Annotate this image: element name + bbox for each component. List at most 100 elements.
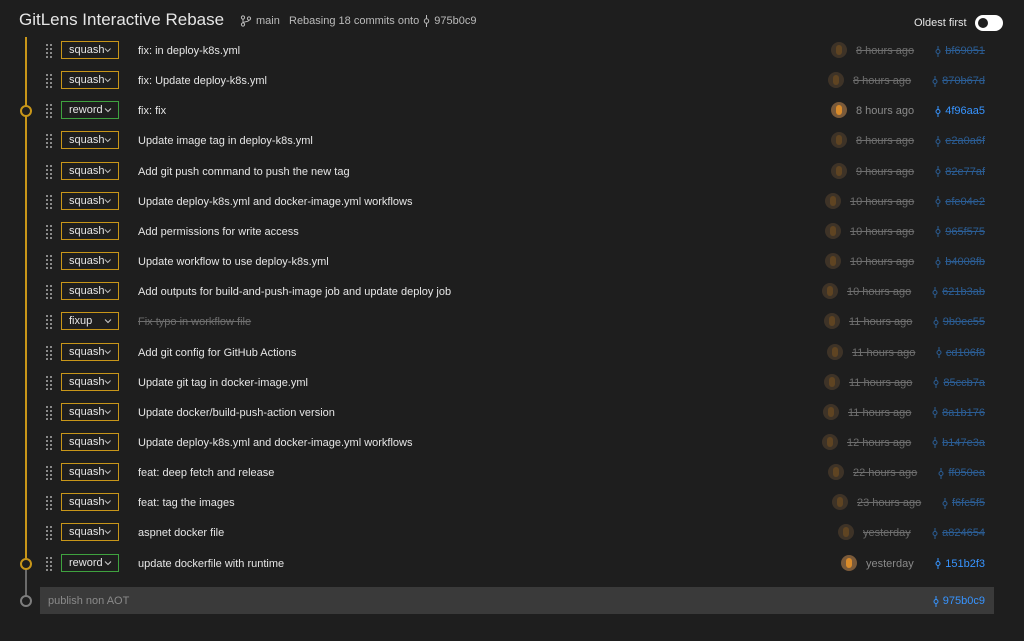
commit-sha-link[interactable]: 621b3ab <box>931 286 985 298</box>
drag-handle-icon[interactable] <box>46 44 54 58</box>
commit-row[interactable]: reword fix: fix 8 hours ago 4f96aa5 <box>0 96 1024 126</box>
drag-handle-icon[interactable] <box>46 74 54 89</box>
commit-row[interactable]: squash aspnet docker file yesterday a824654 <box>0 518 1024 548</box>
commit-time: 9 hours ago <box>856 165 915 178</box>
commit-meta: 22 hours ago ff050ea <box>794 458 1024 488</box>
oldest-first-toggle[interactable] <box>974 15 1003 31</box>
commit-row[interactable]: squash feat: tag the images 23 hours ago f6… <box>0 488 1024 518</box>
action-select[interactable]: squash <box>61 191 119 210</box>
commit-time: 11 hours ago <box>849 316 913 329</box>
commit-message: Update workflow to use deploy-k8s.yml <box>138 256 329 269</box>
commit-meta: 8 hours ago e2a0a6f <box>794 126 1024 156</box>
commit-row[interactable]: squash Add git push command to push the n… <box>0 157 1024 187</box>
drag-handle-icon[interactable] <box>46 375 54 390</box>
drag-handle-icon[interactable] <box>46 466 54 481</box>
action-select[interactable]: squash <box>61 432 119 451</box>
action-select[interactable]: squash <box>61 342 119 361</box>
commit-sha-link[interactable]: 151b2f3 <box>934 558 985 570</box>
action-select[interactable]: squash <box>61 493 119 512</box>
commit-sha-link[interactable]: 9b0ec55 <box>932 316 985 328</box>
commit-time: 10 hours ago <box>850 256 915 269</box>
page-title: GitLens Interactive Rebase <box>19 10 225 29</box>
commit-sha-link[interactable]: b147e3a <box>931 437 985 449</box>
commit-sha-link[interactable]: 870b67d <box>931 75 985 87</box>
drag-handle-icon[interactable] <box>46 496 54 511</box>
commit-row[interactable]: squash Add outputs for build-and-push-ima… <box>0 277 1024 307</box>
action-select[interactable]: squash <box>61 402 119 421</box>
commit-row[interactable]: squash Add permissions for write access 10… <box>0 217 1024 247</box>
action-select[interactable]: squash <box>61 71 119 90</box>
commit-icon <box>935 166 941 178</box>
avatar <box>822 283 838 300</box>
action-select[interactable]: squash <box>61 282 119 301</box>
commit-sha-text: 82e77af <box>945 165 985 178</box>
commit-sha-link[interactable]: 85ccb7a <box>932 377 985 389</box>
chevron-down-icon <box>105 229 112 233</box>
action-select[interactable]: squash <box>61 252 119 271</box>
drag-handle-icon[interactable] <box>46 556 54 571</box>
commit-meta: 23 hours ago f6fc5f5 <box>794 488 1024 518</box>
commit-row[interactable]: squash Update deploy-k8s.yml and docker-i… <box>0 187 1024 217</box>
action-select[interactable]: squash <box>61 161 119 180</box>
commit-sha-text: b147e3a <box>942 436 985 449</box>
action-select[interactable]: squash <box>61 131 119 150</box>
commit-row[interactable]: squash Update workflow to use deploy-k8s.… <box>0 247 1024 277</box>
commit-row[interactable]: fixup Fix typo in workflow file 11 hours a… <box>0 307 1024 337</box>
drag-handle-icon[interactable] <box>46 526 54 541</box>
drag-handle-icon[interactable] <box>46 255 54 270</box>
action-select[interactable]: fixup <box>61 312 119 331</box>
commit-sha-link[interactable]: 8a1b176 <box>931 407 985 419</box>
commit-time: 11 hours ago <box>848 406 912 419</box>
commit-row[interactable]: reword update dockerfile with runtime yest… <box>0 549 1024 579</box>
commit-sha-link[interactable]: f6fc5f5 <box>941 497 985 509</box>
commit-row[interactable]: squash fix: Update deploy-k8s.yml 8 hours … <box>0 66 1024 96</box>
drag-handle-icon[interactable] <box>46 405 54 420</box>
action-select[interactable]: squash <box>61 463 119 482</box>
base-commit-sha-link[interactable]: 975b0c9 <box>932 595 985 607</box>
drag-handle-icon[interactable] <box>46 134 54 149</box>
action-select[interactable]: squash <box>61 221 119 240</box>
drag-handle-icon[interactable] <box>46 104 54 119</box>
action-select[interactable]: squash <box>61 41 119 59</box>
drag-handle-icon[interactable] <box>46 194 54 209</box>
drag-handle-icon[interactable] <box>46 435 54 450</box>
commit-time: 12 hours ago <box>847 436 912 449</box>
commit-sha-link[interactable]: a824654 <box>931 527 985 539</box>
commit-message: Update image tag in deploy-k8s.yml <box>138 135 313 148</box>
commit-icon <box>933 316 939 328</box>
drag-handle-icon[interactable] <box>46 315 54 330</box>
commit-message: Update deploy-k8s.yml and docker-image.y… <box>138 195 413 208</box>
chevron-down-icon <box>105 48 112 53</box>
commit-row[interactable]: squash Update docker/build-push-action ve… <box>0 398 1024 428</box>
chevron-down-icon <box>105 349 112 354</box>
drag-handle-icon[interactable] <box>46 345 54 360</box>
commit-row[interactable]: squash Update image tag in deploy-k8s.yml… <box>0 126 1024 156</box>
rebasing-text: Rebasing 18 commits onto <box>289 15 420 27</box>
commit-sha-text: 8a1b176 <box>942 406 985 419</box>
drag-handle-icon[interactable] <box>46 224 54 239</box>
action-select[interactable]: reword <box>61 553 119 572</box>
base-sha-text: 975b0c9 <box>942 595 985 607</box>
commit-row[interactable]: squash Update deploy-k8s.yml and docker-i… <box>0 428 1024 458</box>
commit-sha-link[interactable]: 4f96aa5 <box>934 105 985 117</box>
rebasing-status: Rebasing 18 commits onto 975b0c9 <box>289 15 476 27</box>
commit-row[interactable]: squash feat: deep fetch and release 22 hou… <box>0 458 1024 488</box>
commit-row[interactable]: squash Update git tag in docker-image.yml… <box>0 368 1024 398</box>
commit-row[interactable]: squash fix: in deploy-k8s.yml 8 hours ago b… <box>0 36 1024 66</box>
commit-sha-link[interactable]: cd106f8 <box>935 347 985 359</box>
commit-sha-link[interactable]: 82e77af <box>934 166 985 178</box>
commit-sha-link[interactable]: ff050ea <box>937 467 985 479</box>
action-select[interactable]: squash <box>61 372 119 391</box>
action-select[interactable]: reword <box>61 101 119 120</box>
chevron-down-icon <box>105 470 112 475</box>
commit-sha-link[interactable]: b4008fb <box>934 256 985 268</box>
action-select[interactable]: squash <box>61 523 119 542</box>
oldest-first-control[interactable]: Oldest first <box>914 15 1003 31</box>
drag-handle-icon[interactable] <box>46 285 54 300</box>
drag-handle-icon[interactable] <box>46 164 54 179</box>
commit-sha-link[interactable]: e2a0a6f <box>934 135 985 147</box>
commit-sha-link[interactable]: 965f575 <box>934 226 985 238</box>
commit-sha-link[interactable]: efe04e2 <box>934 196 985 208</box>
commit-sha-link[interactable]: bf69051 <box>934 45 985 57</box>
commit-row[interactable]: squash Add git config for GitHub Actions 1… <box>0 338 1024 368</box>
